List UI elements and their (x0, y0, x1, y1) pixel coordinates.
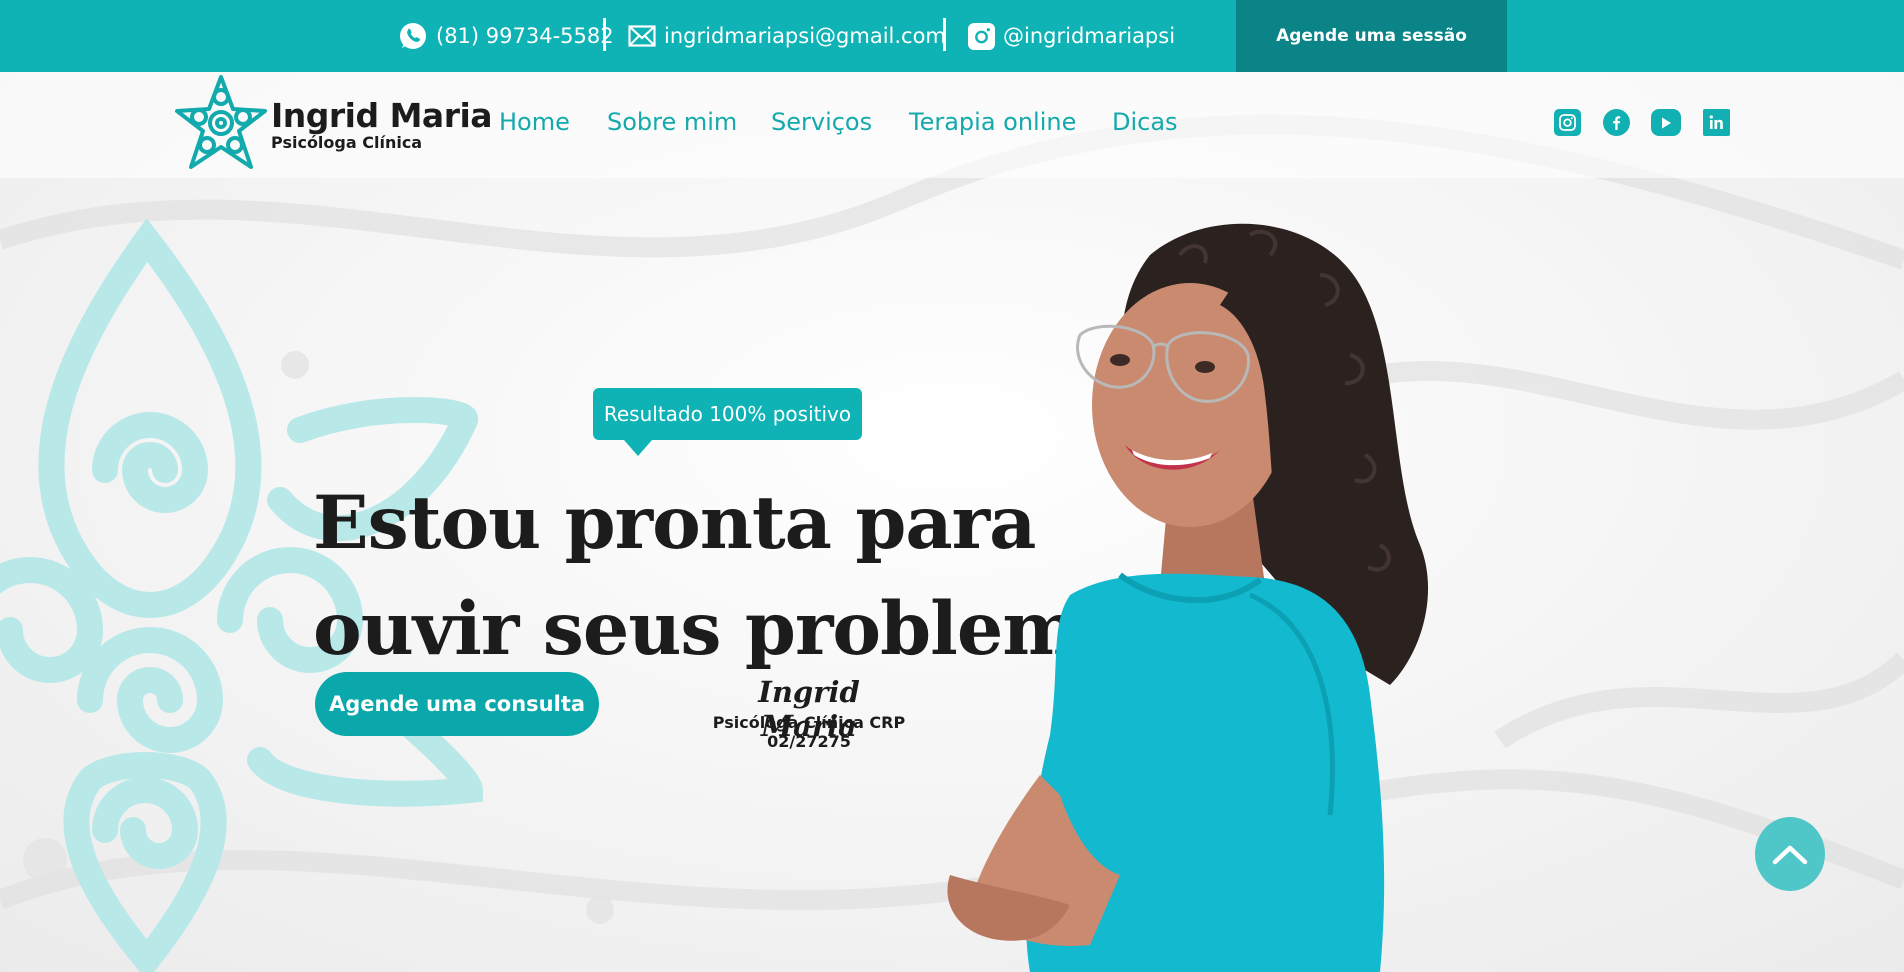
nav-item-dicas[interactable]: Dicas (1112, 108, 1178, 136)
brand-name[interactable]: Ingrid Maria (271, 96, 493, 135)
facebook-icon[interactable] (1603, 109, 1630, 136)
top-contact-bar: (81) 99734-5582 ingridmariapsi@gmail.com… (0, 0, 1904, 72)
instagram-icon (968, 22, 995, 50)
phone-text: (81) 99734-5582 (436, 24, 614, 48)
whatsapp-icon (400, 23, 426, 49)
logo-icon[interactable] (175, 73, 267, 173)
nav-item-terapia-online[interactable]: Terapia online (909, 108, 1076, 136)
nav-item-servicos[interactable]: Serviços (771, 108, 872, 136)
signature-credentials: Psicóloga Clínica CRP 02/27275 (712, 713, 906, 751)
email-text: ingridmariapsi@gmail.com (664, 24, 946, 48)
instagram-contact[interactable]: @ingridmariapsi (968, 0, 1175, 72)
linkedin-icon[interactable] (1703, 109, 1730, 136)
psychologist-photo (947, 223, 1429, 972)
scroll-to-top-button[interactable] (1755, 817, 1825, 891)
email-contact[interactable]: ingridmariapsi@gmail.com (628, 0, 946, 72)
badge-pointer (624, 440, 652, 456)
phone-contact[interactable]: (81) 99734-5582 (398, 0, 614, 72)
instagram-text: @ingridmariapsi (1003, 24, 1176, 48)
chevron-up-icon (1772, 845, 1808, 865)
mail-icon (628, 25, 656, 47)
instagram-icon[interactable] (1554, 109, 1581, 136)
result-badge: Resultado 100% positivo (593, 388, 862, 440)
schedule-session-button[interactable]: Agende uma sessão (1236, 0, 1507, 72)
divider (943, 18, 946, 51)
divider (603, 18, 606, 51)
nav-item-home[interactable]: Home (499, 108, 570, 136)
youtube-icon[interactable] (1651, 109, 1681, 136)
nav-item-sobre-mim[interactable]: Sobre mim (607, 108, 737, 136)
schedule-consultation-button[interactable]: Agende uma consulta (315, 672, 599, 736)
brand-subtitle: Psicóloga Clínica (271, 133, 423, 152)
